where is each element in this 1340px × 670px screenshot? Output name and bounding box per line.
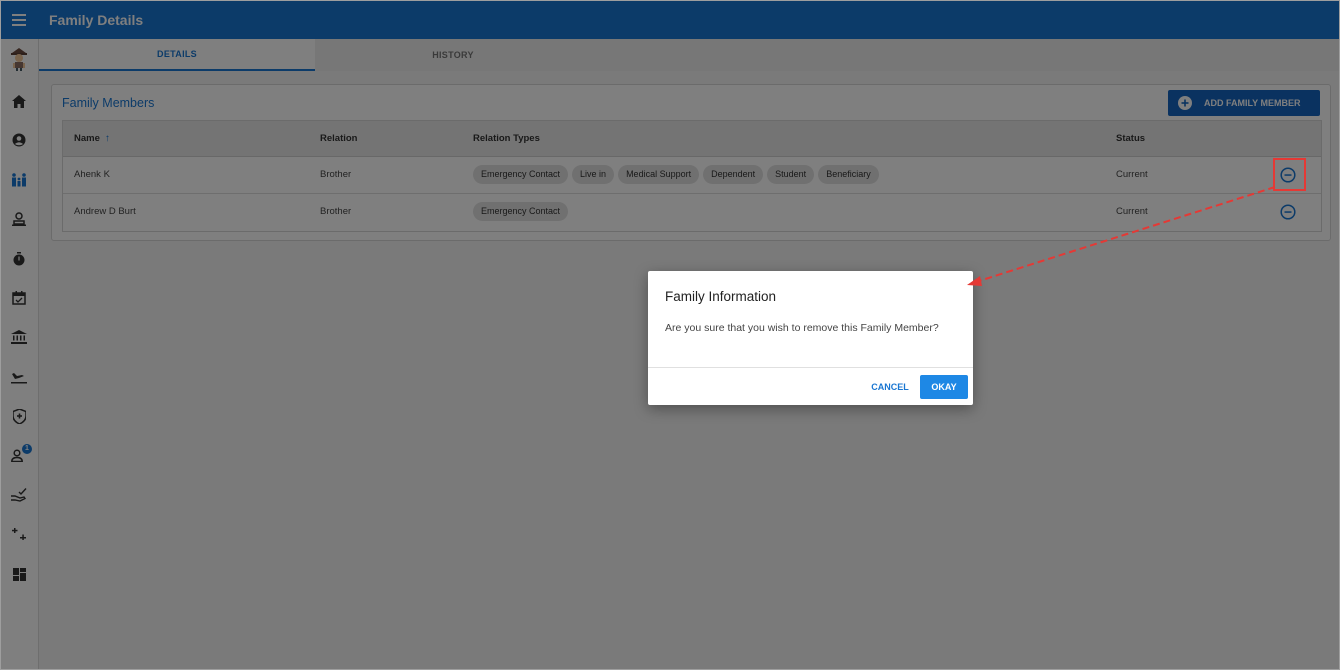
app-window: Family Details	[0, 0, 1340, 670]
annotation-arrow	[967, 186, 1276, 286]
